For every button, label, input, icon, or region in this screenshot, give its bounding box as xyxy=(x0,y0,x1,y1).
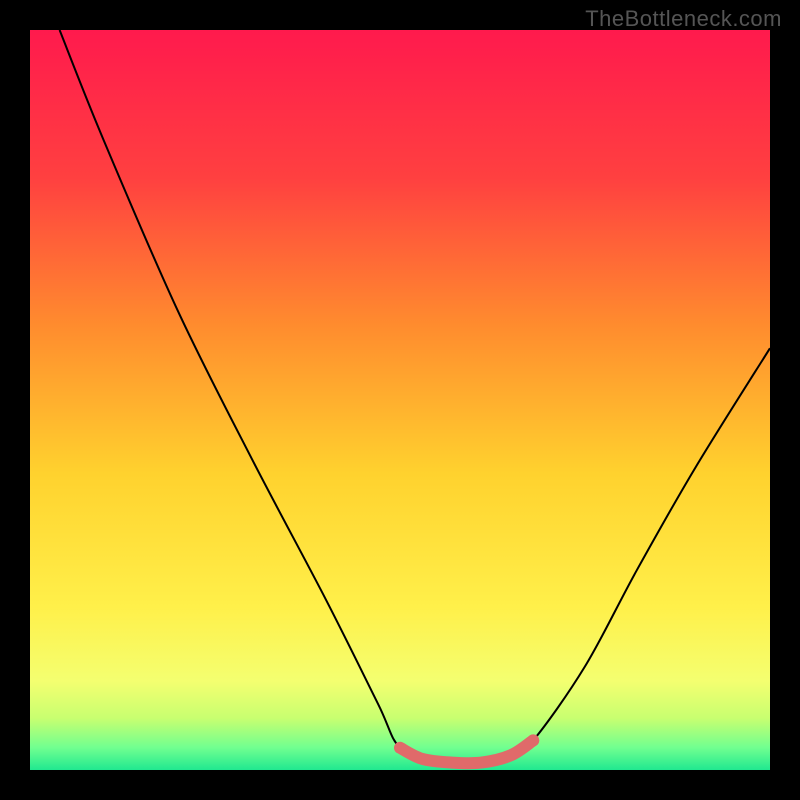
marker-dots xyxy=(527,734,539,746)
bottleneck-chart xyxy=(0,0,800,800)
gradient-background xyxy=(30,30,770,770)
chart-frame: TheBottleneck.com xyxy=(0,0,800,800)
marker-dot xyxy=(527,734,539,746)
watermark-text: TheBottleneck.com xyxy=(585,6,782,32)
